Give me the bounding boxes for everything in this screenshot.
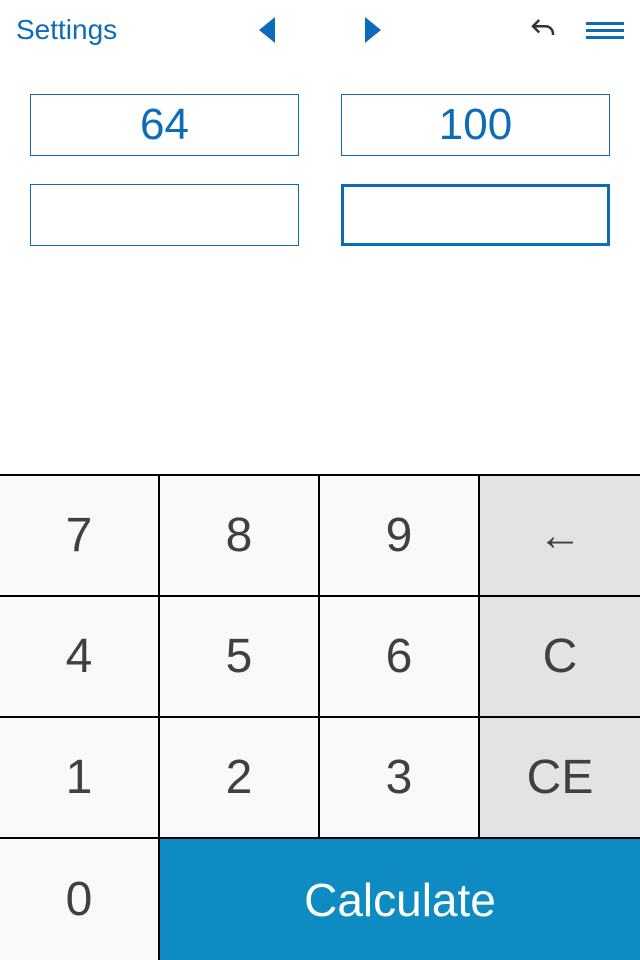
input-bottom-left[interactable] [30, 184, 299, 246]
key-9[interactable]: 9 [320, 476, 480, 597]
key-2[interactable]: 2 [160, 718, 320, 839]
key-4[interactable]: 4 [0, 597, 160, 718]
key-clear-entry[interactable]: CE [480, 718, 640, 839]
input-top-right[interactable]: 100 [341, 94, 610, 156]
input-top-left[interactable]: 64 [30, 94, 299, 156]
key-calculate[interactable]: Calculate [160, 839, 640, 960]
key-0[interactable]: 0 [0, 839, 160, 960]
key-6[interactable]: 6 [320, 597, 480, 718]
input-bottom-right[interactable] [341, 184, 610, 246]
settings-link[interactable]: Settings [16, 14, 117, 46]
key-clear[interactable]: C [480, 597, 640, 718]
key-8[interactable]: 8 [160, 476, 320, 597]
key-5[interactable]: 5 [160, 597, 320, 718]
keypad: 7 8 9 ← 4 5 6 C 1 2 3 CE 0 Calculate [0, 474, 640, 960]
menu-icon[interactable] [586, 22, 624, 39]
key-1[interactable]: 1 [0, 718, 160, 839]
prev-arrow-icon[interactable] [259, 17, 275, 43]
key-7[interactable]: 7 [0, 476, 160, 597]
key-3[interactable]: 3 [320, 718, 480, 839]
next-arrow-icon[interactable] [365, 17, 381, 43]
key-backspace[interactable]: ← [480, 476, 640, 597]
undo-icon[interactable] [528, 15, 558, 45]
